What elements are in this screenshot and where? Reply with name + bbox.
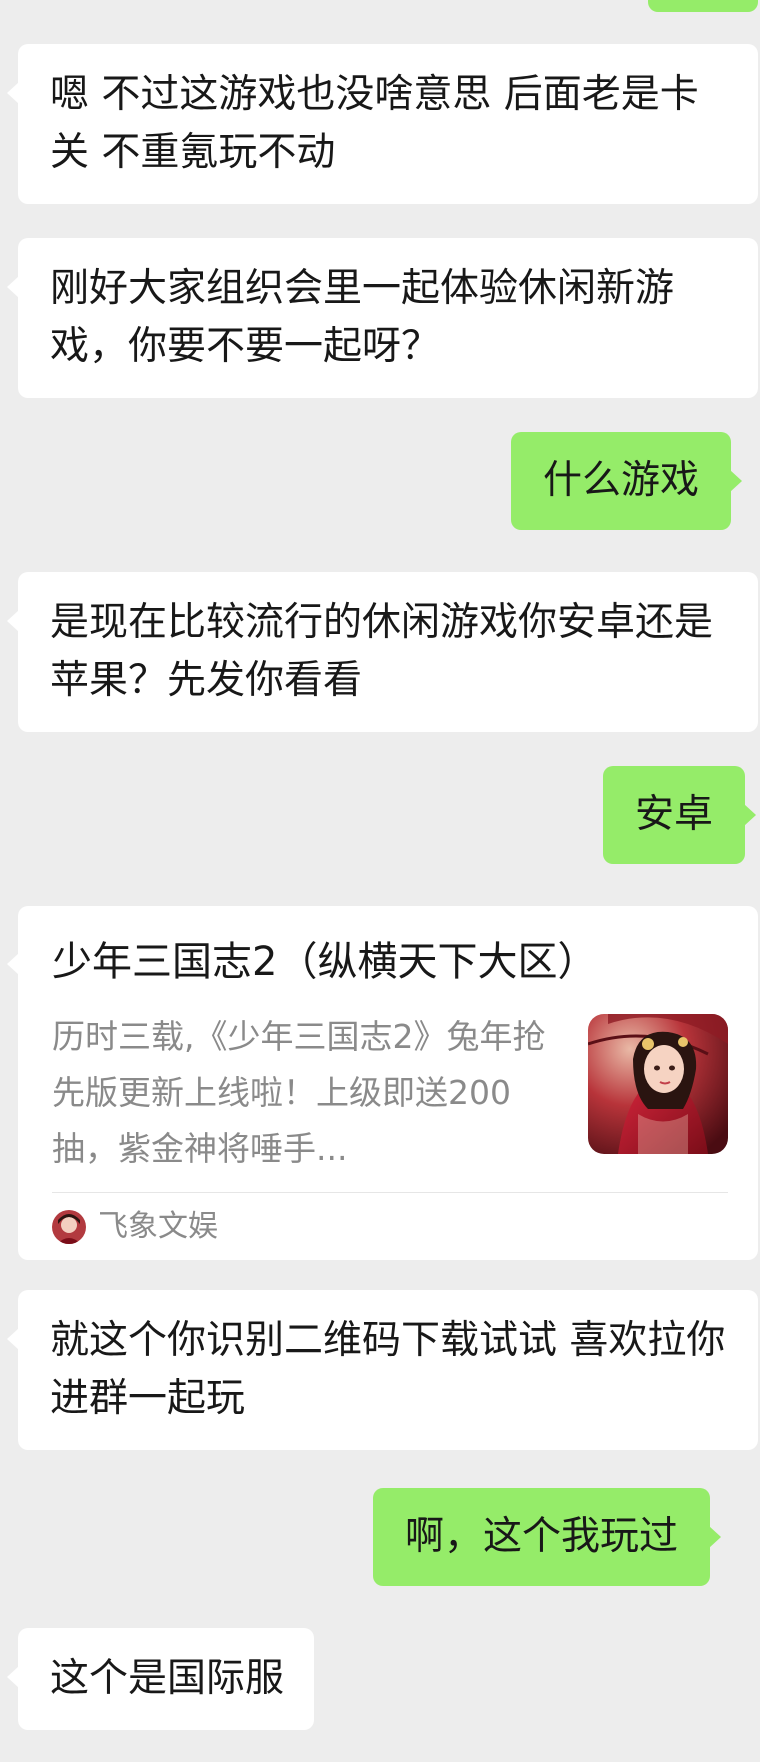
message-incoming-3[interactable]: 是现在比较流行的休闲游戏你安卓还是苹果？先发你看看 <box>7 572 758 732</box>
message-text: 啊，这个我玩过 <box>405 1514 679 1559</box>
message-outgoing-2[interactable]: 安卓 <box>603 766 757 864</box>
message-outgoing-1[interactable]: 什么游戏 <box>511 432 743 530</box>
message-incoming-2[interactable]: 刚好大家组织会里一起体验休闲新游戏，你要不要一起呀？ <box>7 238 758 398</box>
message-incoming-5[interactable]: 这个是国际服 <box>6 1628 315 1730</box>
message-outgoing-3[interactable]: 啊，这个我玩过 <box>373 1488 722 1586</box>
message-text: 是现在比较流行的休闲游戏你安卓还是苹果？先发你看看 <box>50 600 714 703</box>
previous-outgoing-bubble-edge <box>648 0 758 12</box>
game-thumbnail-image <box>588 1014 728 1154</box>
card-title: 少年三国志2（纵横天下大区） <box>52 939 598 985</box>
message-incoming-1[interactable]: 嗯 不过这游戏也没啥意思 后面老是卡关 不重氪玩不动 <box>7 44 758 204</box>
message-text: 就这个你识别二维码下载试试 喜欢拉你进群一起玩 <box>50 1318 726 1421</box>
source-name: 飞象文娱 <box>98 1209 218 1244</box>
shared-app-card[interactable]: 少年三国志2（纵横天下大区） 历时三载,《少年三国志2》兔年抢先版更新上线啦！上… <box>7 906 758 1260</box>
card-source: 飞象文娱 <box>52 1209 218 1245</box>
message-text: 刚好大家组织会里一起体验休闲新游戏，你要不要一起呀？ <box>50 266 675 369</box>
message-text: 安卓 <box>635 792 714 837</box>
card-divider <box>52 1192 728 1193</box>
message-text: 什么游戏 <box>543 458 700 503</box>
message-text: 嗯 不过这游戏也没啥意思 后面老是卡关 不重氪玩不动 <box>50 72 699 175</box>
card-description: 历时三载,《少年三国志2》兔年抢先版更新上线啦！上级即送200抽，紫金神将唾手.… <box>52 1017 546 1168</box>
message-incoming-4[interactable]: 就这个你识别二维码下载试试 喜欢拉你进群一起玩 <box>7 1290 758 1450</box>
message-text: 这个是国际服 <box>50 1656 285 1701</box>
source-avatar <box>52 1210 86 1244</box>
